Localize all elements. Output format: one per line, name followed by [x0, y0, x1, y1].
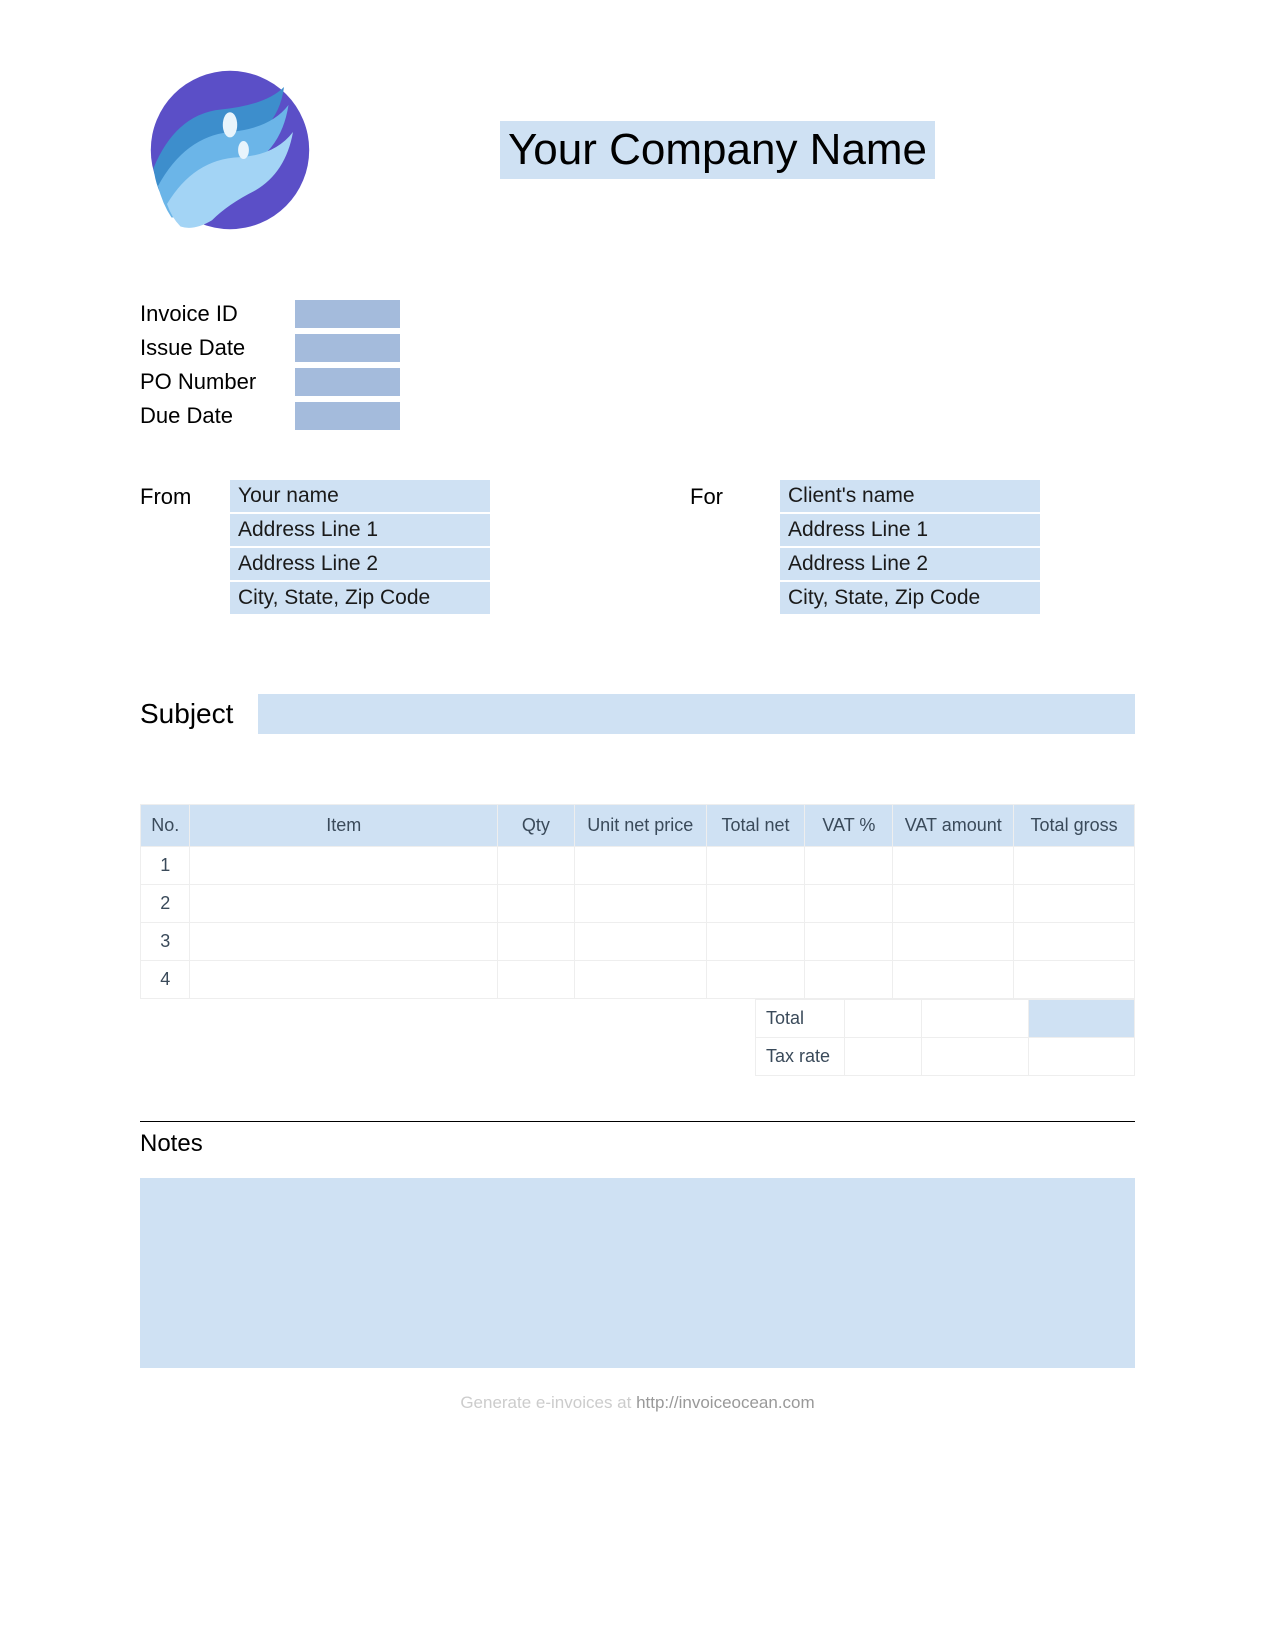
issue-date-field[interactable]: [295, 334, 400, 362]
table-row: 1: [141, 847, 1135, 885]
summary-table: Total Tax rate: [755, 999, 1135, 1076]
summary-taxrate-row: Tax rate: [756, 1038, 1135, 1076]
for-name-field[interactable]: Client's name: [780, 480, 1040, 512]
cell-vatamt[interactable]: [893, 885, 1014, 923]
cell-unit[interactable]: [574, 885, 706, 923]
th-vatamt: VAT amount: [893, 805, 1014, 847]
summary-total-row: Total: [756, 1000, 1135, 1038]
invoice-meta: Invoice ID Issue Date PO Number Due Date: [140, 300, 1135, 430]
table-header-row: No. Item Qty Unit net price Total net VA…: [141, 805, 1135, 847]
cell-qty[interactable]: [497, 961, 574, 999]
due-date-row: Due Date: [140, 402, 1135, 430]
table-row: 2: [141, 885, 1135, 923]
summary-total-vatpct[interactable]: [844, 1000, 922, 1038]
cell-totalgross[interactable]: [1014, 961, 1135, 999]
subject-label: Subject: [140, 698, 233, 730]
cell-vatpct[interactable]: [805, 885, 893, 923]
cell-vatamt[interactable]: [893, 961, 1014, 999]
cell-qty[interactable]: [497, 923, 574, 961]
cell-totalnet[interactable]: [706, 923, 805, 961]
for-address1-field[interactable]: Address Line 1: [780, 514, 1040, 546]
from-name-field[interactable]: Your name: [230, 480, 490, 512]
subject-row: Subject: [140, 694, 1135, 734]
from-address2-field[interactable]: Address Line 2: [230, 548, 490, 580]
invoice-id-row: Invoice ID: [140, 300, 1135, 328]
cell-item[interactable]: [190, 923, 498, 961]
cell-qty[interactable]: [497, 885, 574, 923]
wave-logo-icon: [140, 60, 320, 240]
items-table: No. Item Qty Unit net price Total net VA…: [140, 804, 1135, 999]
notes-label: Notes: [140, 1130, 1135, 1158]
summary-taxrate-gross[interactable]: [1028, 1038, 1134, 1076]
th-item: Item: [190, 805, 498, 847]
th-qty: Qty: [497, 805, 574, 847]
summary-total-gross[interactable]: [1028, 1000, 1134, 1038]
th-no: No.: [141, 805, 190, 847]
cell-totalgross[interactable]: [1014, 885, 1135, 923]
po-number-field[interactable]: [295, 368, 400, 396]
invoice-id-label: Invoice ID: [140, 301, 295, 327]
th-totalnet: Total net: [706, 805, 805, 847]
po-number-label: PO Number: [140, 369, 295, 395]
cell-totalgross[interactable]: [1014, 847, 1135, 885]
cell-vatpct[interactable]: [805, 923, 893, 961]
table-row: 4: [141, 961, 1135, 999]
cell-totalnet[interactable]: [706, 847, 805, 885]
from-label: From: [140, 480, 210, 614]
cell-item[interactable]: [190, 885, 498, 923]
cell-vatpct[interactable]: [805, 961, 893, 999]
from-address1-field[interactable]: Address Line 1: [230, 514, 490, 546]
notes-divider: [140, 1121, 1135, 1122]
footer: Generate e-invoices at http://invoiceoce…: [140, 1393, 1135, 1413]
company-name[interactable]: Your Company Name: [500, 121, 935, 179]
summary-total-vatamt[interactable]: [922, 1000, 1028, 1038]
table-row: 3: [141, 923, 1135, 961]
cell-item[interactable]: [190, 961, 498, 999]
due-date-field[interactable]: [295, 402, 400, 430]
issue-date-label: Issue Date: [140, 335, 295, 361]
cell-qty[interactable]: [497, 847, 574, 885]
cell-totalnet[interactable]: [706, 885, 805, 923]
from-party: From Your name Address Line 1 Address Li…: [140, 480, 490, 614]
cell-vatamt[interactable]: [893, 847, 1014, 885]
notes-field[interactable]: [140, 1178, 1135, 1368]
header: Your Company Name: [140, 60, 1135, 240]
cell-item[interactable]: [190, 847, 498, 885]
parties: From Your name Address Line 1 Address Li…: [140, 480, 1135, 614]
th-totalgross: Total gross: [1014, 805, 1135, 847]
notes-section: Notes: [140, 1121, 1135, 1368]
cell-totalnet[interactable]: [706, 961, 805, 999]
summary-taxrate-vatpct[interactable]: [844, 1038, 922, 1076]
for-city-field[interactable]: City, State, Zip Code: [780, 582, 1040, 614]
th-unit: Unit net price: [574, 805, 706, 847]
summary-taxrate-label: Tax rate: [756, 1038, 845, 1076]
cell-no: 1: [141, 847, 190, 885]
cell-no: 3: [141, 923, 190, 961]
cell-no: 4: [141, 961, 190, 999]
summary-taxrate-vatamt[interactable]: [922, 1038, 1028, 1076]
cell-vatamt[interactable]: [893, 923, 1014, 961]
for-address2-field[interactable]: Address Line 2: [780, 548, 1040, 580]
po-number-row: PO Number: [140, 368, 1135, 396]
subject-field[interactable]: [258, 694, 1135, 734]
th-vatpct: VAT %: [805, 805, 893, 847]
due-date-label: Due Date: [140, 403, 295, 429]
cell-unit[interactable]: [574, 961, 706, 999]
cell-unit[interactable]: [574, 923, 706, 961]
summary-total-label: Total: [756, 1000, 845, 1038]
from-city-field[interactable]: City, State, Zip Code: [230, 582, 490, 614]
cell-totalgross[interactable]: [1014, 923, 1135, 961]
cell-no: 2: [141, 885, 190, 923]
issue-date-row: Issue Date: [140, 334, 1135, 362]
footer-link[interactable]: http://invoiceocean.com: [636, 1393, 815, 1412]
for-party: For Client's name Address Line 1 Address…: [690, 480, 1040, 614]
footer-text: Generate e-invoices at: [460, 1393, 636, 1412]
cell-vatpct[interactable]: [805, 847, 893, 885]
for-label: For: [690, 480, 760, 614]
invoice-id-field[interactable]: [295, 300, 400, 328]
cell-unit[interactable]: [574, 847, 706, 885]
